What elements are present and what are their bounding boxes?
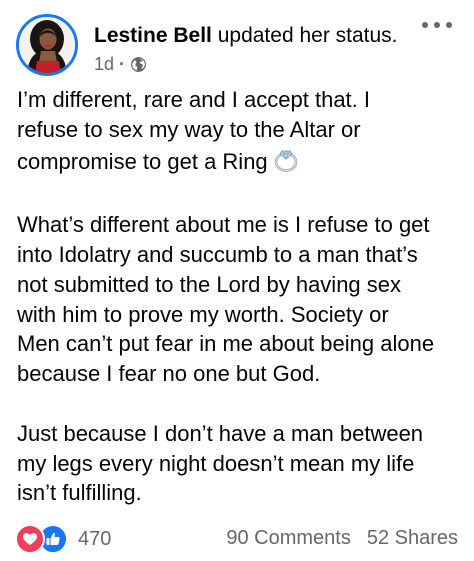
- more-options-icon[interactable]: [422, 18, 452, 32]
- reactions-summary[interactable]: 470: [15, 524, 111, 554]
- more-dot: [446, 22, 452, 28]
- post-author-line: Lestine Bell updated her status.: [94, 23, 398, 49]
- post-paragraph: I’m different, rare and I accept that. I…: [17, 85, 467, 180]
- post-text-line: with him to prove my worth. Society or: [17, 301, 389, 327]
- post-text-line: I’m different, rare and I accept that. I: [17, 87, 370, 112]
- post-body: I’m different, rare and I accept that. I…: [17, 85, 467, 508]
- post-text-line-with-emoji: compromise to get a Ring: [17, 145, 467, 181]
- ring-emoji: [272, 145, 300, 181]
- globe-icon: [130, 56, 147, 73]
- post-text-line: isn’t fulfilling.: [17, 480, 142, 506]
- avatar[interactable]: [16, 14, 78, 76]
- post-footer: 470 90 Comments 52 Shares: [15, 524, 458, 556]
- engagement-counts: 90 Comments 52 Shares: [226, 527, 458, 550]
- post-paragraph: Just because I don’t have a man between …: [17, 419, 467, 508]
- post-text-line: refuse to sex my way to the Altar or: [17, 116, 361, 142]
- post-text-line: because I fear no one but God.: [17, 361, 321, 387]
- post-text-line: my legs every night doesn’t mean my life: [17, 450, 415, 476]
- post-text-line: Just because I don’t have a man between: [17, 420, 424, 446]
- post-text-line: Men can’t put fear in me about being alo…: [17, 331, 435, 357]
- meta-separator: ·: [119, 54, 126, 74]
- post-action-text: updated her status.: [217, 24, 398, 47]
- post-text-line: What’s different about me is I refuse to…: [17, 212, 430, 238]
- love-reaction-icon: [15, 524, 45, 554]
- shares-count-link[interactable]: 52 Shares: [367, 527, 458, 549]
- reaction-count: 470: [78, 527, 112, 550]
- post-header: Lestine Bell updated her status. 1d ·: [16, 14, 458, 78]
- post-paragraph: What’s different about me is I refuse to…: [17, 210, 467, 389]
- post-timestamp[interactable]: 1d: [94, 53, 114, 75]
- more-dot: [422, 22, 428, 28]
- post-text-line: not submitted to the Lord by having sex: [17, 271, 402, 297]
- status-post: Lestine Bell updated her status. 1d · I’…: [0, 0, 474, 561]
- comments-count-link[interactable]: 90 Comments: [226, 527, 351, 549]
- post-text-line: into Idolatry and succumb to a man that’…: [17, 241, 418, 267]
- post-meta: 1d ·: [94, 53, 147, 75]
- post-text-segment: compromise to get a Ring: [17, 148, 268, 174]
- more-dot: [434, 22, 440, 28]
- author-name[interactable]: Lestine Bell: [94, 24, 212, 47]
